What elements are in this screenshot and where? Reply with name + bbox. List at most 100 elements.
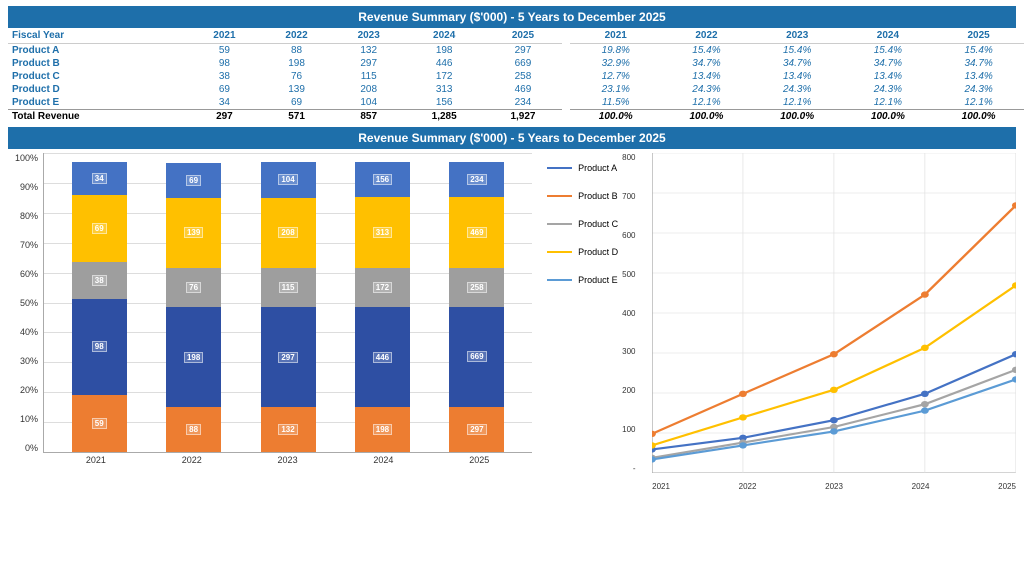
- line-dot: [830, 428, 838, 434]
- bar-value-label: 132: [278, 424, 297, 435]
- cell-value: 198: [405, 44, 484, 58]
- line-dot: [652, 442, 656, 448]
- line-y-label: 400: [622, 309, 635, 318]
- pct-col-2022: 2022: [661, 28, 752, 44]
- bar-segment: 156: [355, 162, 410, 197]
- legend-label: Product C: [578, 219, 618, 229]
- bar-stack: 198446172313156: [355, 162, 410, 452]
- bar-segment: 76: [166, 268, 221, 307]
- legend-item: Product A: [547, 163, 618, 173]
- pct-value: 13.4%: [933, 70, 1024, 83]
- line-dot: [921, 291, 929, 297]
- line-dot: [921, 401, 929, 407]
- bar-stack: 881987613969: [166, 162, 221, 452]
- bar-column: 881987613969: [166, 162, 221, 452]
- pct-value: 15.4%: [752, 44, 843, 58]
- bar-value-label: 76: [186, 282, 201, 293]
- bar-value-label: 208: [278, 227, 297, 238]
- bar-segment: 104: [261, 162, 316, 197]
- pct-value: 13.4%: [843, 70, 934, 83]
- bar-segment: 258: [449, 268, 504, 307]
- col-2025: 2025: [484, 28, 563, 44]
- pct-value: 100.0%: [752, 110, 843, 124]
- bar-segment: 297: [449, 407, 504, 452]
- table-wrapper: Fiscal Year 2021 2022 2023 2024 2025 Pro…: [8, 28, 1016, 123]
- bar-value-label: 198: [184, 352, 203, 363]
- bar-column: 297669258469234: [449, 162, 504, 452]
- bar-segment: 98: [72, 299, 127, 394]
- pct-value: 19.8%: [570, 44, 661, 58]
- pct-col-2021: 2021: [570, 28, 661, 44]
- bar-value-label: 198: [373, 424, 392, 435]
- cell-value: 297: [333, 57, 405, 70]
- cell-value: 172: [405, 70, 484, 83]
- bar-segment: 59: [72, 395, 127, 452]
- legend-item: Product E: [547, 275, 618, 285]
- pct-col-2023: 2023: [752, 28, 843, 44]
- table-title: Revenue Summary ($'000) - 5 Years to Dec…: [8, 6, 1016, 28]
- row-label: Product C: [8, 70, 188, 83]
- cell-value: 69: [260, 96, 332, 110]
- line-y-label: 800: [622, 153, 635, 162]
- line-y-label: -: [633, 464, 636, 473]
- line-dot: [921, 391, 929, 397]
- chart-title: Revenue Summary ($'000) - 5 Years to Dec…: [8, 127, 1016, 149]
- legend-area: Product AProduct BProduct CProduct DProd…: [547, 163, 618, 285]
- line-y-labels: 800700600500400300200100-: [622, 153, 637, 473]
- bar-value-label: 69: [186, 175, 201, 186]
- bar-segment: 198: [355, 407, 410, 452]
- pct-value: 100.0%: [570, 110, 661, 124]
- pct-value: 100.0%: [843, 110, 934, 124]
- line-y-label: 500: [622, 270, 635, 279]
- line-x-label: 2025: [998, 482, 1016, 491]
- bar-value-label: 313: [373, 227, 392, 238]
- bar-segment: 115: [261, 268, 316, 307]
- line-dot: [830, 417, 838, 423]
- cell-value: 313: [405, 83, 484, 96]
- bar-value-label: 69: [92, 223, 107, 234]
- bar-value-label: 258: [467, 282, 486, 293]
- pct-value: 34.7%: [661, 57, 752, 70]
- legend-label: Product E: [578, 275, 618, 285]
- bar-value-label: 156: [373, 174, 392, 185]
- y-axis-labels: 100% 90% 80% 70% 60% 50% 40% 30% 20% 10%…: [8, 153, 41, 453]
- bar-segment: 88: [166, 407, 221, 452]
- pct-value: 12.1%: [933, 96, 1024, 110]
- line-y-label: 100: [622, 425, 635, 434]
- line-x-labels: 20212022202320242025: [652, 482, 1016, 491]
- bar-value-label: 469: [467, 227, 486, 238]
- row-label: Product D: [8, 83, 188, 96]
- row-label: Product B: [8, 57, 188, 70]
- x-axis-label: 2021: [48, 455, 144, 465]
- legend-item: Product B: [547, 191, 618, 201]
- line-y-label: 700: [622, 192, 635, 201]
- line-dot: [921, 345, 929, 351]
- line-y-label: 200: [622, 386, 635, 395]
- col-fiscal-year: Fiscal Year: [8, 28, 188, 44]
- bar-segment: 234: [449, 162, 504, 197]
- pct-value: 15.4%: [661, 44, 752, 58]
- cell-value: 1,927: [484, 110, 563, 124]
- bar-segment: 208: [261, 198, 316, 268]
- bar-segment: 297: [261, 307, 316, 408]
- bar-value-label: 115: [279, 282, 298, 293]
- legend-line: [547, 195, 572, 197]
- cell-value: 69: [188, 83, 260, 96]
- pct-value: 11.5%: [570, 96, 661, 110]
- cell-value: 446: [405, 57, 484, 70]
- x-axis-label: 2022: [144, 455, 240, 465]
- pct-value: 24.3%: [661, 83, 752, 96]
- legend-line: [547, 167, 572, 169]
- cell-value: 198: [260, 57, 332, 70]
- bars-container: 5998386934881987613969132297115208104198…: [44, 153, 532, 452]
- line-svg: [652, 153, 1016, 473]
- bar-value-label: 38: [92, 275, 107, 286]
- main-container: Revenue Summary ($'000) - 5 Years to Dec…: [0, 0, 1024, 497]
- row-label: Product A: [8, 44, 188, 58]
- grid-line: [44, 153, 532, 154]
- line-dot: [830, 351, 838, 357]
- line-chart-area: Product AProduct BProduct CProduct DProd…: [532, 153, 1016, 493]
- cell-value: 115: [333, 70, 405, 83]
- pct-value: 100.0%: [933, 110, 1024, 124]
- cell-value: 469: [484, 83, 563, 96]
